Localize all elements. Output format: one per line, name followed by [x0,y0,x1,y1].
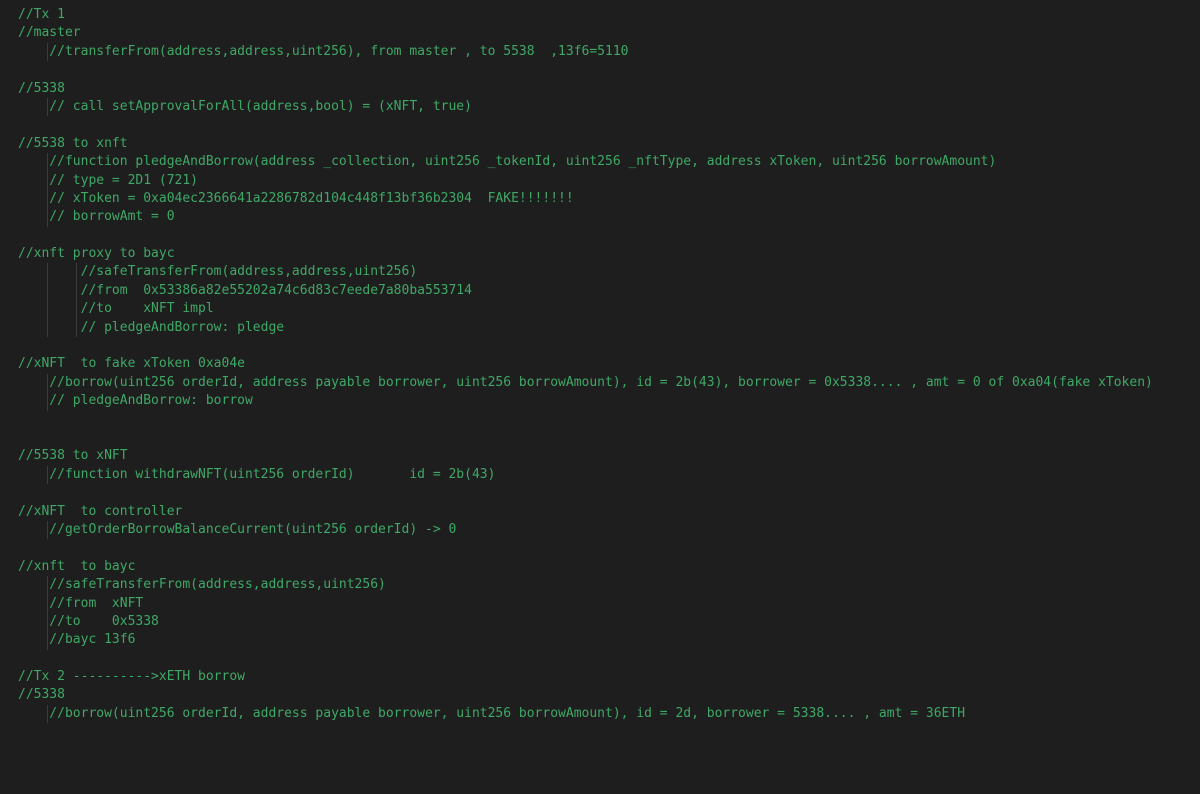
code-line: //xNFT to controller [18,503,1200,521]
code-line [18,227,1200,245]
code-line: //borrow(uint256 orderId, address payabl… [18,705,1200,723]
code-line: // pledgeAndBorrow: pledge [18,319,1200,337]
code-line [18,429,1200,447]
code-line: //xnft proxy to bayc [18,245,1200,263]
code-line: // xToken = 0xa04ec2366641a2286782d104c4… [18,190,1200,208]
code-line [18,411,1200,429]
code-line: //getOrderBorrowBalanceCurrent(uint256 o… [18,521,1200,539]
code-line: //from xNFT [18,595,1200,613]
code-line [18,539,1200,557]
code-line: //5338 [18,80,1200,98]
code-line: //Tx 2 ---------->xETH borrow [18,668,1200,686]
code-line: //to 0x5338 [18,613,1200,631]
code-line: // pledgeAndBorrow: borrow [18,392,1200,410]
code-line: //borrow(uint256 orderId, address payabl… [18,374,1200,392]
code-line: //function pledgeAndBorrow(address _coll… [18,153,1200,171]
code-line: //from 0x53386a82e55202a74c6d83c7eede7a8… [18,282,1200,300]
code-line: //transferFrom(address,address,uint256),… [18,43,1200,61]
code-line: // borrowAmt = 0 [18,208,1200,226]
code-line: //Tx 1 [18,6,1200,24]
code-line: //to xNFT impl [18,300,1200,318]
code-line [18,61,1200,79]
code-line: //5338 [18,686,1200,704]
code-line: // type = 2D1 (721) [18,172,1200,190]
code-line: //xNFT to fake xToken 0xa04e [18,355,1200,373]
code-line: //function withdrawNFT(uint256 orderId) … [18,466,1200,484]
code-line: //bayc 13f6 [18,631,1200,649]
code-line: //master [18,24,1200,42]
code-line: //safeTransferFrom(address,address,uint2… [18,263,1200,281]
code-line [18,484,1200,502]
code-line: //5538 to xnft [18,135,1200,153]
code-line [18,337,1200,355]
code-line: // call setApprovalForAll(address,bool) … [18,98,1200,116]
code-panel: //Tx 1//master //transferFrom(address,ad… [0,0,1200,794]
code-line: //5538 to xNFT [18,447,1200,465]
code-line: //safeTransferFrom(address,address,uint2… [18,576,1200,594]
code-line [18,116,1200,134]
code-line [18,650,1200,668]
code-line: //xnft to bayc [18,558,1200,576]
